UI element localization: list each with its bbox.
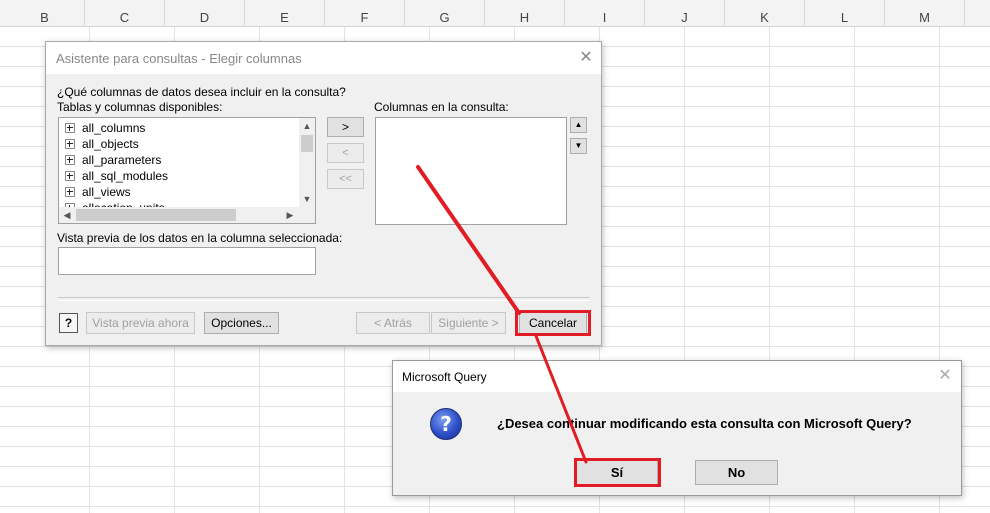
preview-data-box	[58, 247, 316, 275]
column-header-b[interactable]: B	[5, 0, 85, 26]
available-tables-list[interactable]: all_columns all_objects all_parameters a…	[58, 117, 316, 224]
column-header-k[interactable]: K	[725, 0, 805, 26]
column-header-l[interactable]: L	[805, 0, 885, 26]
remove-column-button[interactable]: <	[327, 143, 364, 163]
list-item[interactable]: all_sql_modules	[65, 168, 168, 184]
list-item[interactable]: all_objects	[65, 136, 139, 152]
query-columns-label: Columnas en la consulta:	[374, 100, 509, 114]
column-header-d[interactable]: D	[165, 0, 245, 26]
scroll-thumb-horizontal[interactable]	[76, 209, 236, 221]
list-item-label: all_sql_modules	[82, 169, 169, 183]
arrow-up-icon: ▲	[574, 120, 583, 129]
expand-icon[interactable]	[65, 123, 75, 133]
options-button[interactable]: Opciones...	[204, 312, 279, 334]
question-icon: ?	[430, 408, 462, 440]
move-down-button[interactable]: ▼	[570, 138, 587, 154]
preview-label: Vista previa de los datos en la columna …	[57, 231, 343, 245]
column-header-g[interactable]: G	[405, 0, 485, 26]
column-header-m[interactable]: M	[885, 0, 965, 26]
list-item[interactable]: all_views	[65, 184, 131, 200]
yes-button[interactable]: Sí	[576, 460, 658, 485]
expand-icon[interactable]	[65, 139, 75, 149]
confirm-message: ¿Desea continuar modificando esta consul…	[497, 416, 912, 431]
horizontal-scrollbar[interactable]: ◀ ▶	[59, 207, 315, 223]
column-header-e[interactable]: E	[245, 0, 325, 26]
confirm-titlebar[interactable]: Microsoft Query ✕	[393, 361, 961, 392]
move-up-button[interactable]: ▲	[570, 117, 587, 133]
remove-all-columns-button[interactable]: <<	[327, 169, 364, 189]
close-icon[interactable]: ✕	[579, 50, 593, 66]
microsoft-query-dialog: Microsoft Query ✕ ? ¿Desea continuar mod…	[392, 360, 962, 496]
expand-icon[interactable]	[65, 155, 75, 165]
scroll-left-icon[interactable]: ◀	[62, 210, 72, 221]
list-item[interactable]: all_columns	[65, 120, 145, 136]
column-header-bar: B C D E F G H I J K L M	[0, 0, 990, 27]
no-button[interactable]: No	[695, 460, 778, 485]
column-header-i[interactable]: I	[565, 0, 645, 26]
help-icon[interactable]: ?	[59, 313, 78, 333]
add-column-button[interactable]: >	[327, 117, 364, 137]
next-button[interactable]: Siguiente >	[431, 312, 506, 334]
column-header-f[interactable]: F	[325, 0, 405, 26]
cancel-button[interactable]: Cancelar	[519, 312, 587, 334]
confirm-title: Microsoft Query	[402, 370, 487, 384]
scroll-down-icon[interactable]: ▼	[299, 194, 315, 204]
scroll-thumb[interactable]	[301, 135, 313, 152]
column-header-h[interactable]: H	[485, 0, 565, 26]
list-item-label: all_views	[82, 185, 131, 199]
divider	[58, 297, 589, 301]
arrow-down-icon: ▼	[574, 141, 583, 150]
list-item-label: all_parameters	[82, 153, 162, 167]
wizard-title: Asistente para consultas - Elegir column…	[56, 51, 302, 66]
close-icon[interactable]: ✕	[938, 368, 952, 384]
list-item[interactable]: all_parameters	[65, 152, 161, 168]
query-columns-list[interactable]	[375, 117, 567, 225]
query-wizard-dialog: Asistente para consultas - Elegir column…	[45, 41, 602, 346]
scroll-up-icon[interactable]: ▲	[299, 121, 315, 131]
expand-icon[interactable]	[65, 171, 75, 181]
scroll-right-icon[interactable]: ▶	[285, 210, 295, 221]
back-button[interactable]: < Atrás	[356, 312, 430, 334]
list-item-label: all_objects	[82, 137, 139, 151]
wizard-titlebar[interactable]: Asistente para consultas - Elegir column…	[46, 42, 601, 74]
expand-icon[interactable]	[65, 187, 75, 197]
columns-question: ¿Qué columnas de datos desea incluir en …	[57, 85, 346, 99]
column-header-j[interactable]: J	[645, 0, 725, 26]
list-item-label: all_columns	[82, 121, 146, 135]
vertical-scrollbar[interactable]: ▲ ▼	[299, 118, 315, 207]
available-tables-label: Tablas y columnas disponibles:	[57, 100, 223, 114]
column-header-c[interactable]: C	[85, 0, 165, 26]
preview-now-button[interactable]: Vista previa ahora	[86, 312, 195, 334]
